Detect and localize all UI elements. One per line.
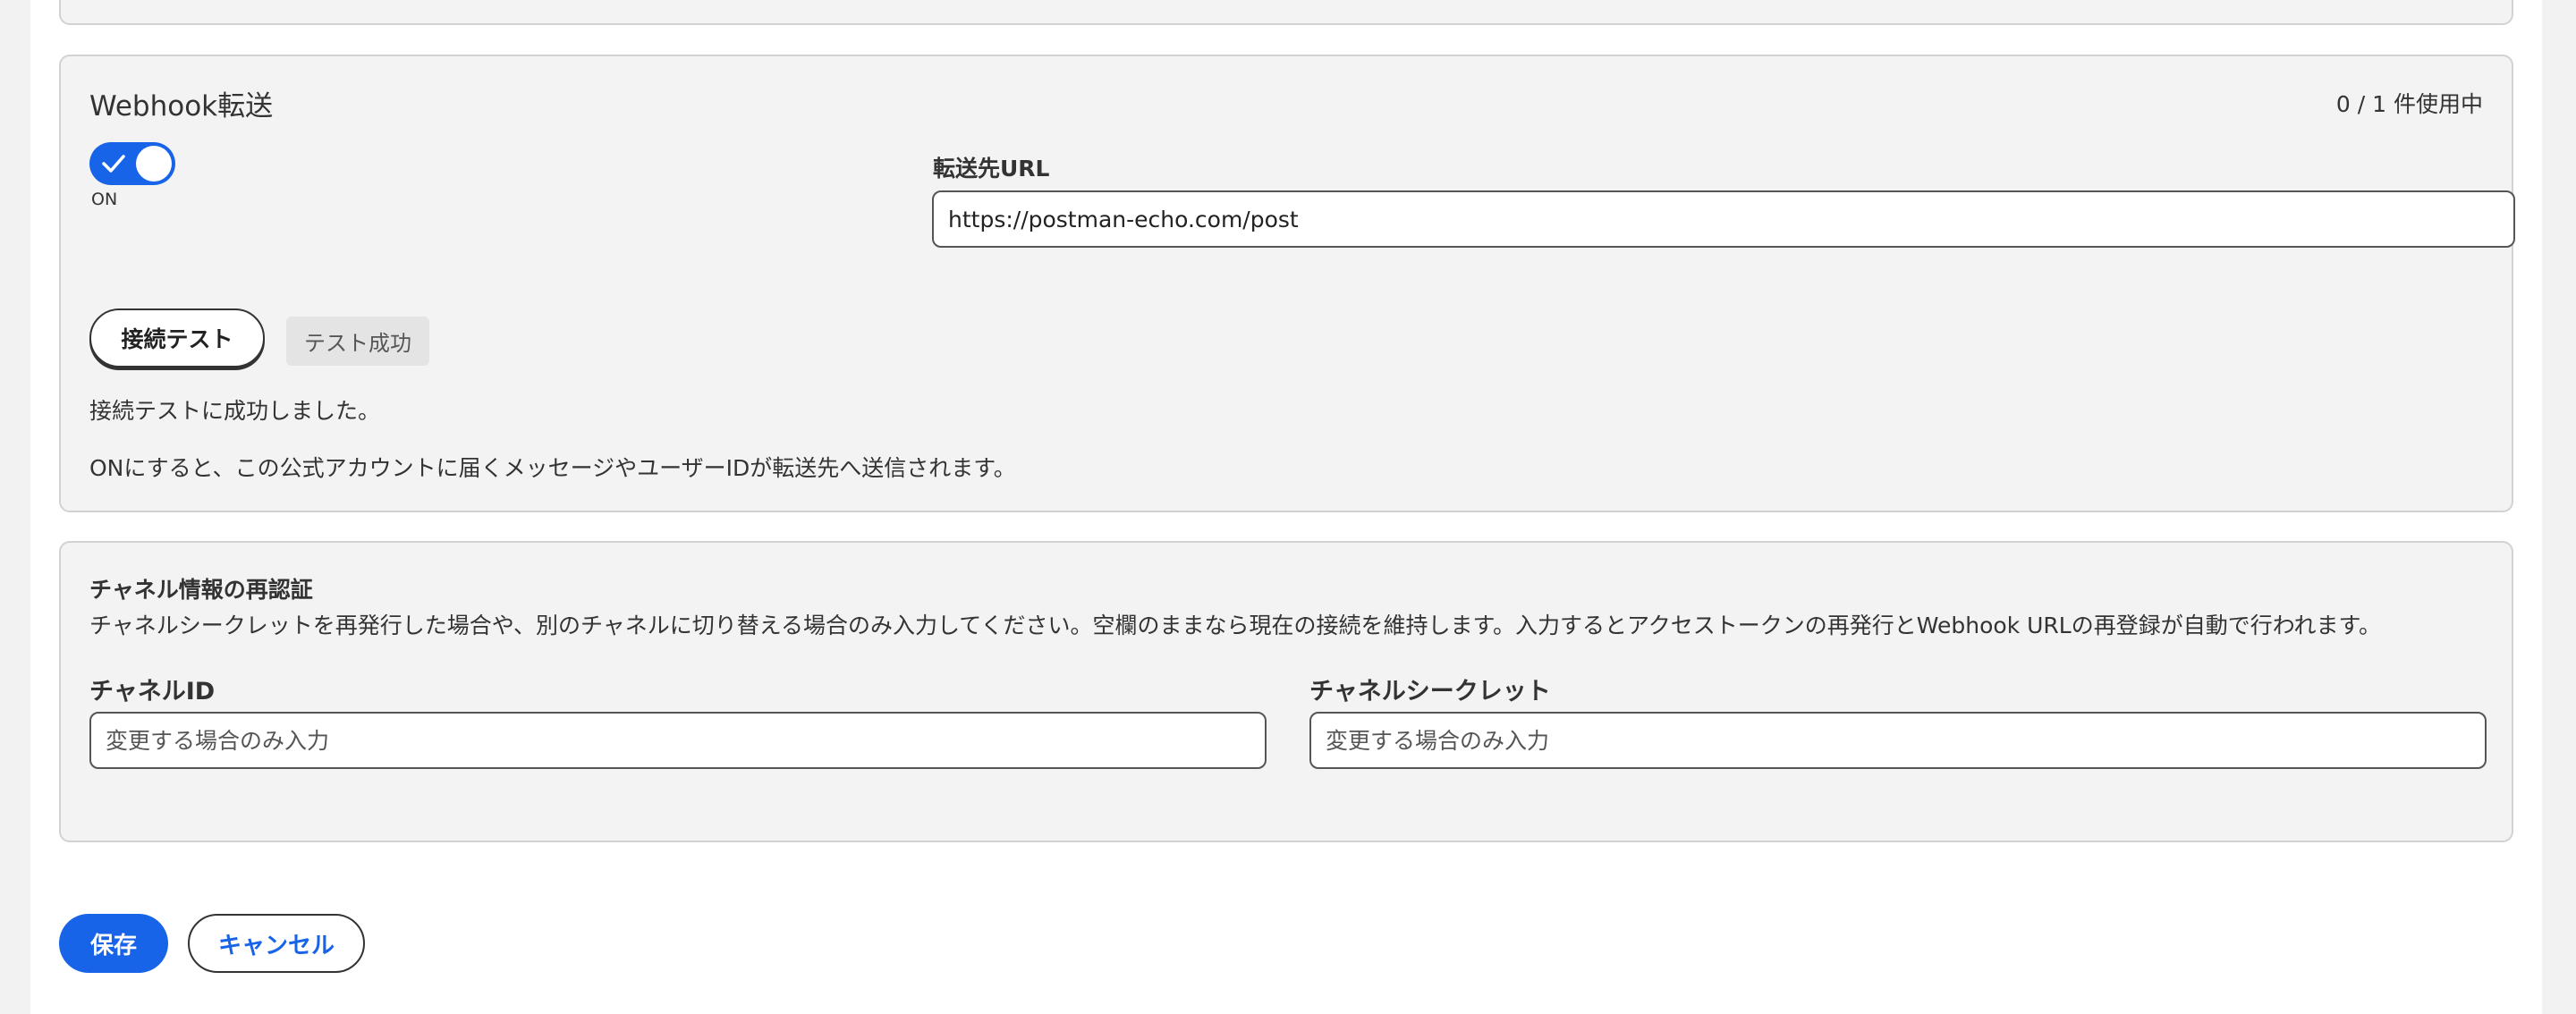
cancel-button[interactable]: キャンセル (188, 914, 365, 973)
channel-reauth-panel: チャネル情報の再認証 チャネルシークレットを再発行した場合や、別のチャネルに切り… (59, 541, 2513, 842)
destination-url-label: 転送先URL (933, 156, 1050, 182)
test-status-badge: テスト成功 (286, 317, 429, 366)
channel-secret-label: チャネルシークレット (1309, 678, 1551, 706)
webhook-section-title: Webhook転送 (89, 90, 274, 123)
webhook-toggle[interactable] (89, 142, 175, 185)
save-button[interactable]: 保存 (59, 914, 168, 973)
settings-page: Webhook転送 0 / 1 件使用中 ON 転送先URL 接続テスト テスト… (30, 0, 2542, 1014)
toggle-state-label: ON (91, 190, 118, 209)
check-icon (102, 155, 125, 173)
previous-section-panel (59, 0, 2513, 25)
usage-counter: 0 / 1 件使用中 (2335, 91, 2483, 117)
toggle-knob (136, 146, 172, 182)
connection-test-button[interactable]: 接続テスト (89, 308, 265, 368)
test-result-message: 接続テストに成功しました。 (89, 398, 381, 424)
webhook-help-text: ONにすると、この公式アカウントに届くメッセージやユーザーIDが転送先へ送信され… (89, 455, 1016, 481)
channel-id-label: チャネルID (89, 678, 216, 706)
webhook-forwarding-panel: Webhook転送 0 / 1 件使用中 ON 転送先URL 接続テスト テスト… (59, 55, 2515, 512)
destination-url-input[interactable] (932, 190, 2515, 248)
channel-secret-input[interactable] (1309, 712, 2487, 769)
reauth-section-title: チャネル情報の再認証 (89, 577, 313, 603)
channel-id-input[interactable] (89, 712, 1267, 769)
reauth-description: チャネルシークレットを再発行した場合や、別のチャネルに切り替える場合のみ入力して… (89, 613, 2381, 638)
